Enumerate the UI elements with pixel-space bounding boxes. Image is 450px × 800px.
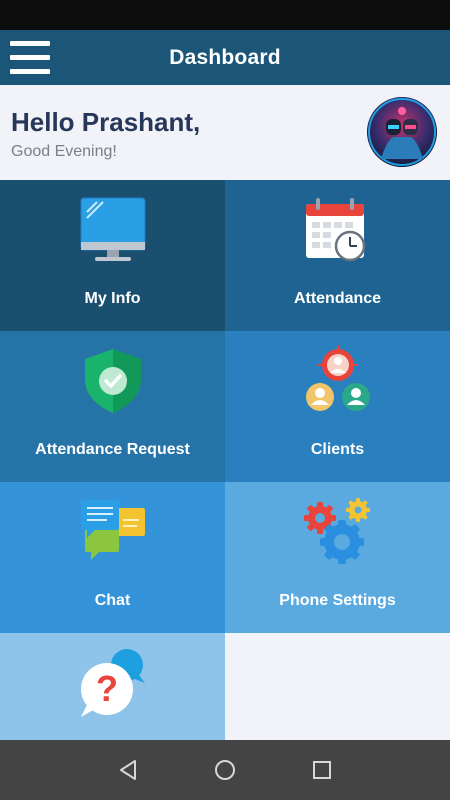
greeting-subtitle: Good Evening! (11, 143, 117, 160)
monitor-icon (77, 194, 149, 266)
recents-square-icon[interactable] (302, 750, 342, 790)
dashboard-grid: My Info Attendance Attendance Request Cl… (0, 180, 450, 740)
tile-attendance-request[interactable]: Attendance Request (0, 331, 225, 482)
tile-phone-settings[interactable]: Phone Settings (225, 482, 450, 633)
greeting-hello: Hello Prashant, (11, 107, 201, 137)
greeting-header: Hello Prashant, Good Evening! (0, 85, 450, 180)
back-triangle-icon[interactable] (108, 750, 148, 790)
system-nav-bar (0, 740, 450, 800)
tile-help[interactable]: ? (0, 633, 225, 740)
tile-label: My Info (84, 290, 141, 307)
tile-clients[interactable]: Clients (225, 331, 450, 482)
shield-check-icon (77, 345, 149, 417)
tile-label: Phone Settings (279, 592, 396, 609)
tile-chat[interactable]: Chat (0, 482, 225, 633)
users-target-icon (302, 345, 374, 417)
tile-my-info[interactable]: My Info (0, 180, 225, 331)
svg-text:?: ? (96, 668, 118, 709)
avatar[interactable] (367, 97, 437, 167)
calendar-clock-icon (302, 194, 374, 266)
status-bar (0, 0, 450, 30)
app-bar: Dashboard (0, 30, 450, 85)
tile-attendance[interactable]: Attendance (225, 180, 450, 331)
gears-icon (302, 496, 374, 568)
help-question-icon: ? (77, 647, 149, 719)
tile-label: Chat (94, 592, 131, 609)
tile-label: Attendance Request (35, 441, 190, 458)
tile-label: Attendance (293, 290, 382, 307)
hamburger-menu-icon[interactable] (10, 41, 50, 74)
chat-bubbles-icon (77, 496, 149, 568)
page-title: Dashboard (169, 45, 281, 69)
home-circle-icon[interactable] (205, 750, 245, 790)
tile-label: Clients (310, 441, 365, 458)
